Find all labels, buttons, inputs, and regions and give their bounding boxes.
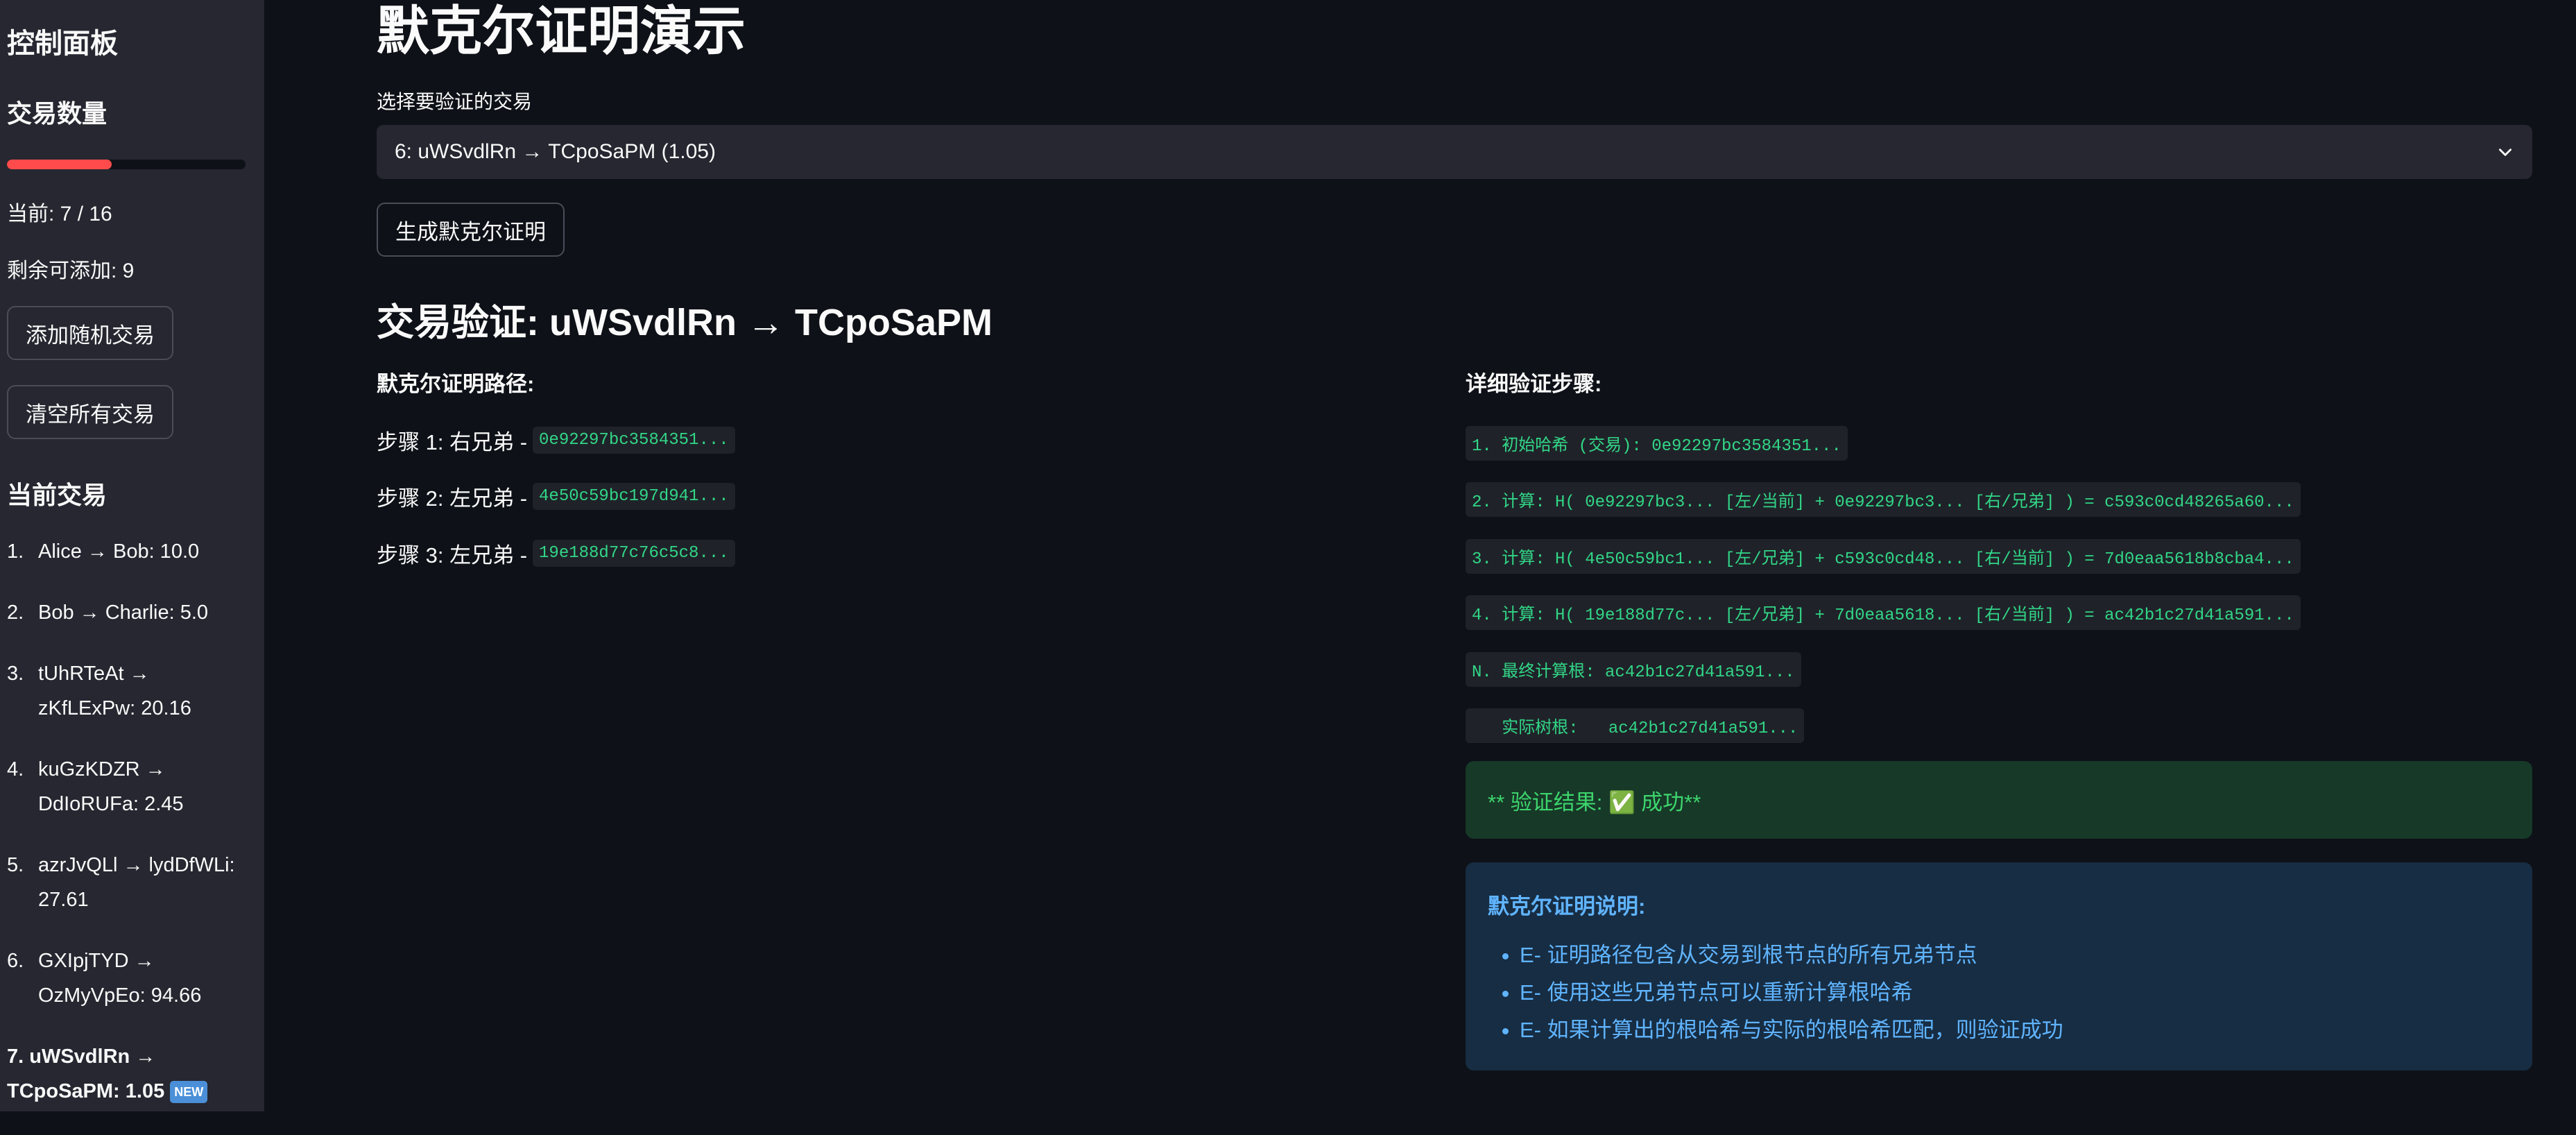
verify-result-text: ** 验证结果: ✅ 成功** xyxy=(1488,790,1701,814)
list-item: 6. GXIpjTYD → OzMyVpEo: 94.66 xyxy=(7,950,202,1007)
new-badge-icon: NEW xyxy=(170,1081,208,1104)
hash-value: 4e50c59bc197d941... xyxy=(533,483,735,510)
info-title: 默克尔证明说明: xyxy=(1488,894,1646,919)
actual-root: 实际树根: ac42b1c27d41a591... xyxy=(1466,708,1805,743)
info-list: E- 证明路径包含从交易到根节点的所有兄弟节点 E- 使用这些兄弟节点可以重新计… xyxy=(1488,937,2510,1049)
list-item: E- 证明路径包含从交易到根节点的所有兄弟节点 xyxy=(1520,937,2510,974)
list-item: E- 使用这些兄弟节点可以重新计算根哈希 xyxy=(1520,974,2510,1012)
transaction-list: 1. Alice → Bob: 10.0 2. Bob → Charlie: 5.0… xyxy=(7,534,250,1135)
list-item: 2. Bob → Charlie: 5.0 xyxy=(7,601,209,624)
list-item: 3. tUhRTeAt → zKfLExPw: 20.16 xyxy=(7,663,191,719)
chevron-down-icon xyxy=(2499,148,2511,156)
info-alert: 默克尔证明说明: E- 证明路径包含从交易到根节点的所有兄弟节点 E- 使用这些… xyxy=(1466,862,2532,1070)
generate-proof-button[interactable]: 生成默克尔证明 xyxy=(377,203,565,257)
tx-count-title: 交易数量 xyxy=(7,99,108,128)
proof-step: 步骤 3: 左兄弟 -19e188d77c76c5c8... xyxy=(377,538,735,569)
tx-progress-bar xyxy=(7,160,246,169)
remaining-count-text: 剩余可添加: 9 xyxy=(7,259,135,282)
hash-value: 19e188d77c76c5c8... xyxy=(533,540,735,567)
select-label: 选择要验证的交易 xyxy=(377,91,533,112)
verify-title: 交易验证: uWSvdlRn → TCpoSaPM xyxy=(377,302,993,343)
clear-all-tx-button[interactable]: 清空所有交易 xyxy=(7,385,173,439)
detail-step: 3. 计算: H( 4e50c59bc1... [左/兄弟] + c593c0c… xyxy=(1466,539,2301,574)
list-item: 1. Alice → Bob: 10.0 xyxy=(7,540,200,563)
hash-value: 0e92297bc3584351... xyxy=(533,427,735,454)
detail-step: 4. 计算: H( 19e188d77c... [左/兄弟] + 7d0eaa5… xyxy=(1466,595,2301,630)
proof-step: 步骤 2: 左兄弟 -4e50c59bc197d941... xyxy=(377,481,735,512)
main-content: 默克尔证明演示 选择要验证的交易 6: uWSvdlRn → TCpoSaPM … xyxy=(377,0,2532,1111)
add-random-tx-button[interactable]: 添加随机交易 xyxy=(7,306,173,360)
detail-steps-title: 详细验证步骤: xyxy=(1466,372,1602,396)
page-title: 默克尔证明演示 xyxy=(377,2,746,61)
sidebar-title: 控制面板 xyxy=(7,28,118,59)
detail-step: 2. 计算: H( 0e92297bc3... [左/当前] + 0e92297… xyxy=(1466,482,2301,517)
list-item: 4. kuGzKDZR → DdIoRUFa: 2.45 xyxy=(7,758,184,815)
proof-step: 步骤 1: 右兄弟 -0e92297bc3584351... xyxy=(377,425,735,456)
select-value: 6: uWSvdlRn → TCpoSaPM (1.05) xyxy=(395,140,716,163)
sidebar: 控制面板 交易数量 当前: 7 / 16 剩余可添加: 9 添加随机交易 清空所… xyxy=(0,0,264,1111)
detail-step: 1. 初始哈希 (交易): 0e92297bc3584351... xyxy=(1466,426,1848,461)
current-list-item: 7. uWSvdlRn → TCpoSaPM: 1.05 NEW xyxy=(7,1039,250,1109)
verify-result-alert: ** 验证结果: ✅ 成功** xyxy=(1466,761,2532,839)
tx-progress-fill xyxy=(7,160,112,169)
list-item: E- 如果计算出的根哈希与实际的根哈希匹配，则验证成功 xyxy=(1520,1012,2510,1049)
current-tx-title: 当前交易 xyxy=(7,481,108,509)
list-item: 5. azrJvQLl → lydDfWLi: 27.61 xyxy=(7,854,235,911)
current-count-text: 当前: 7 / 16 xyxy=(7,203,112,225)
proof-path-title: 默克尔证明路径: xyxy=(377,372,535,396)
transaction-select[interactable]: 6: uWSvdlRn → TCpoSaPM (1.05) xyxy=(377,125,2532,179)
final-root: N. 最终计算根: ac42b1c27d41a591... xyxy=(1466,652,1801,687)
